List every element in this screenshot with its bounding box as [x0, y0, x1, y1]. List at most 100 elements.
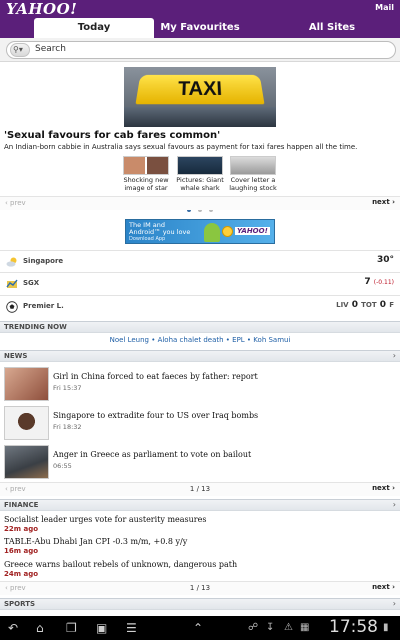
weather-icon: [6, 257, 17, 267]
clock: 17:58: [329, 617, 378, 637]
back-icon[interactable]: ↶: [8, 620, 18, 636]
thumb-image: [177, 156, 223, 175]
weather-temperature: 30°: [376, 255, 394, 265]
finance-headline: TABLE-Abu Dhabi Jan CPI -0.3 m/m, +0.8 y…: [4, 537, 188, 546]
trending-link[interactable]: Koh Samui: [253, 336, 290, 344]
finance-age: 24m ago: [4, 570, 39, 578]
smiley-icon: [222, 226, 233, 237]
chevron-right-icon[interactable]: ›: [393, 351, 396, 360]
tab-my-favourites[interactable]: My Favourites: [140, 18, 260, 38]
hero-image[interactable]: TAXI: [124, 67, 276, 127]
sports-title: SPORTS: [4, 600, 36, 608]
yahoo-logo[interactable]: YAHOO!: [6, 0, 77, 18]
next-button[interactable]: next ›: [372, 198, 395, 206]
thumb-image: [123, 156, 169, 175]
ad-cta: Download App: [129, 236, 166, 242]
news-header[interactable]: NEWS ›: [0, 350, 400, 362]
stock-name: SGX: [23, 279, 40, 287]
tab-today[interactable]: Today: [34, 18, 154, 38]
chevron-up-icon[interactable]: ⌃: [193, 620, 203, 636]
search-placeholder: Search: [35, 44, 66, 54]
finance-headline: Greece warns bailout rebels of unknown, …: [4, 560, 238, 569]
ad-brand-logo: YAHOO!: [235, 227, 270, 235]
thumb-item[interactable]: Pictures: Giant whale shark: [175, 156, 225, 192]
trending-title: TRENDING NOW: [4, 323, 67, 331]
trending-link[interactable]: Aloha chalet death: [158, 336, 224, 344]
next-button[interactable]: next ›: [372, 484, 395, 492]
news-thumbnail: [4, 367, 49, 401]
weather-row[interactable]: Singapore 30°: [0, 250, 400, 272]
sports-header[interactable]: SPORTS ›: [0, 598, 400, 610]
usb-icon: ☍: [248, 622, 259, 633]
news-headline: Anger in Greece as parliament to vote on…: [53, 450, 252, 459]
stock-icon: [6, 279, 18, 288]
menu-icon[interactable]: ☰: [126, 620, 137, 636]
tab-all-sites[interactable]: All Sites: [272, 18, 392, 38]
search-bar: ⚲▾ Search: [0, 38, 400, 62]
hero-nav: ‹ prev next ›: [0, 196, 400, 210]
app-ad-banner[interactable]: The IM and Android™ you love Download App…: [125, 219, 275, 244]
news-date: Fri 18:32: [53, 423, 82, 431]
download-icon: ↧: [266, 622, 275, 633]
news-item[interactable]: Singapore to extradite four to US over I…: [0, 403, 400, 443]
ad-text: The IM and Android™ you love: [129, 221, 191, 236]
recent-apps-icon[interactable]: ❐: [66, 620, 77, 636]
stock-value: 7 (-0.11): [364, 277, 394, 287]
system-bar: ↶ ⌂ ❐ ▣ ☰ ⌃ ☍ ↧ ⚠ ▦ 17:58 ▮: [0, 616, 400, 640]
football-icon: [6, 301, 18, 313]
news-headline: Girl in China forced to eat faeces by fa…: [53, 372, 258, 381]
finance-age: 22m ago: [4, 525, 39, 533]
android-icon: [204, 223, 220, 242]
trending-link[interactable]: EPL: [232, 336, 245, 344]
weather-location: Singapore: [23, 257, 64, 265]
warning-icon: ⚠: [284, 622, 293, 633]
hero-thumbnails: Shocking new image of star Pictures: Gian…: [0, 156, 400, 196]
thumb-item[interactable]: Shocking new image of star: [121, 156, 171, 192]
chevron-right-icon[interactable]: ›: [393, 500, 396, 509]
news-date: 06:55: [53, 462, 72, 470]
news-page-count: 1 / 13: [189, 485, 211, 493]
news-title: NEWS: [4, 352, 28, 360]
taxi-sign: TAXI: [135, 74, 265, 105]
news-nav: ‹ prev 1 / 13 next ›: [0, 482, 400, 496]
battery-icon: ▮: [383, 622, 389, 633]
search-icon[interactable]: ⚲▾: [10, 43, 30, 57]
thumb-image: [230, 156, 276, 175]
league-name: Premier L.: [23, 302, 64, 310]
finance-title: FINANCE: [4, 501, 39, 509]
home-icon[interactable]: ⌂: [36, 620, 44, 636]
news-item[interactable]: Girl in China forced to eat faeces by fa…: [0, 364, 400, 404]
finance-nav: ‹ prev 1 / 13 next ›: [0, 581, 400, 595]
thumb-caption: Pictures: Giant whale shark: [176, 176, 224, 192]
hero-headline[interactable]: 'Sexual favours for cab fares common': [4, 130, 220, 141]
finance-headline: Socialist leader urges vote for austerit…: [4, 515, 207, 524]
news-thumbnail: [4, 445, 49, 479]
chevron-right-icon[interactable]: ›: [393, 599, 396, 608]
search-input[interactable]: ⚲▾ Search: [6, 41, 396, 59]
trending-link[interactable]: Noel Leung: [110, 336, 149, 344]
header-bar: YAHOO! Mail Today My Favourites All Site…: [0, 0, 400, 38]
mail-link[interactable]: Mail: [375, 3, 394, 12]
trending-links: Noel Leung • Aloha chalet death • EPL • …: [109, 336, 291, 344]
thumb-caption: Cover letter a laughing stock: [229, 176, 277, 192]
sport-row[interactable]: Premier L. LIV 0 TOT 0 F: [0, 295, 400, 317]
stock-change: (-0.11): [373, 279, 394, 286]
thumb-caption: Shocking new image of star: [123, 176, 169, 192]
stock-row[interactable]: SGX 7 (-0.11): [0, 272, 400, 294]
screenshot-icon[interactable]: ▣: [96, 620, 107, 636]
next-button[interactable]: next ›: [372, 583, 395, 591]
news-date: Fri 15:37: [53, 384, 82, 392]
thumb-item[interactable]: Cover letter a laughing stock: [228, 156, 278, 192]
image-icon: ▦: [300, 622, 310, 633]
match-score: LIV 0 TOT 0 F: [336, 300, 394, 310]
finance-header[interactable]: FINANCE ›: [0, 499, 400, 511]
news-thumbnail: [4, 406, 49, 440]
finance-page-count: 1 / 13: [189, 584, 211, 592]
prev-button[interactable]: ‹ prev: [5, 199, 26, 207]
main-tabs: Today My Favourites All Sites: [0, 18, 400, 38]
hero-subline: An Indian-born cabbie in Australia says …: [4, 143, 358, 151]
car-roof: [124, 107, 276, 127]
finance-age: 16m ago: [4, 547, 39, 555]
trending-header: TRENDING NOW: [0, 321, 400, 333]
news-item[interactable]: Anger in Greece as parliament to vote on…: [0, 442, 400, 482]
